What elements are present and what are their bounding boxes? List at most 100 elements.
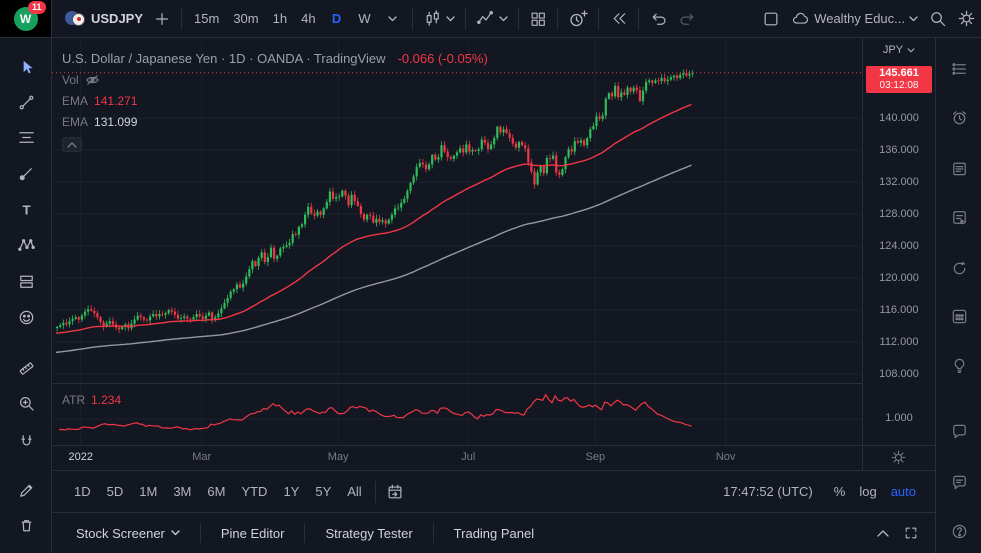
remove-drawings-button[interactable] [12,511,40,539]
pattern-tool-button[interactable] [12,231,40,259]
timeframe-4h[interactable]: 4h [294,5,322,33]
app-logo[interactable]: W 11 [0,0,52,38]
bar-countdown: 03:12:08 [866,80,932,91]
tab-strategy-tester[interactable]: Strategy Tester [317,522,420,545]
edit-drawings-button[interactable] [12,476,40,504]
auto-scale-toggle[interactable]: auto [884,481,923,502]
volume-label[interactable]: Vol [62,73,79,87]
legend-collapse-button[interactable] [62,137,82,152]
redo-button[interactable] [673,5,702,33]
price-tick-label: 116.000 [863,304,935,316]
price-tick-label: 124.000 [863,240,935,252]
toolbar-separator [638,8,639,30]
atr-axis-tick: 1.000 [863,412,935,424]
range-ytd[interactable]: YTD [233,481,275,502]
layout-button[interactable] [757,5,785,33]
chevron-down-icon [499,16,508,22]
timeframe-1h[interactable]: 1h [266,5,294,33]
economic-calendar-icon [950,307,969,326]
fib-tool-button[interactable] [12,123,40,151]
timeframe-1d[interactable]: D [323,5,351,33]
data-window-icon [950,208,969,227]
alerts-button[interactable] [945,103,973,131]
search-button[interactable] [923,5,952,33]
candlestick-style-icon [423,9,442,28]
text-tool-button[interactable]: T [12,195,40,223]
symbol-title[interactable]: U.S. Dollar / Japanese Yen · 1D · OANDA … [62,51,385,66]
brush-tool-button[interactable] [12,159,40,187]
tab-pine-editor[interactable]: Pine Editor [213,522,293,545]
range-1m[interactable]: 1M [131,481,165,502]
indicators-button[interactable] [471,5,513,33]
undo-arrow-icon [649,9,668,28]
timeframe-30m[interactable]: 30m [226,5,265,33]
news-button[interactable] [945,154,973,182]
replay-rewind-icon [609,9,628,28]
price-axis[interactable]: JPY 140.000136.000132.000128.000124.0001… [862,38,935,470]
zoom-tool-button[interactable] [12,389,40,417]
price-tick-label: 128.000 [863,208,935,220]
range-5y[interactable]: 5Y [307,481,339,502]
create-alert-button[interactable] [563,5,593,33]
range-5d[interactable]: 5D [99,481,132,502]
clock-utc[interactable]: 17:47:52 (UTC) [723,484,813,499]
percent-scale-toggle[interactable]: % [827,481,853,502]
range-all[interactable]: All [339,481,369,502]
undo-button[interactable] [644,5,673,33]
price-axis-currency[interactable]: JPY [863,44,935,56]
help-icon [950,522,969,541]
watchlist-icon [950,59,969,78]
trend-line-tool-button[interactable] [12,88,40,116]
fib-retracement-icon [17,128,36,147]
atr-plot[interactable] [52,384,862,445]
text-icon: T [17,200,36,219]
time-axis[interactable]: 2022MarMayJulSepNov [52,445,935,470]
timeframe-15m[interactable]: 15m [187,5,226,33]
indicator-templates-button[interactable] [524,5,552,33]
private-chat-button[interactable] [945,468,973,496]
alarm-clock-icon [950,108,969,127]
hotlists-button[interactable] [945,254,973,282]
cursor-tool-button[interactable] [12,53,40,81]
notification-badge: 11 [28,1,46,15]
symbol-search-button[interactable]: USDJPY [60,5,148,33]
tab-stock-screener[interactable]: Stock Screener [68,522,188,545]
watchlist-button[interactable] [945,54,973,82]
plus-icon [153,10,171,28]
emoji-tool-button[interactable] [12,303,40,331]
ideas-button[interactable] [945,351,973,379]
pine-editor-label: Pine Editor [221,526,285,541]
calendar-button[interactable] [945,302,973,330]
range-6m[interactable]: 6M [199,481,233,502]
log-scale-toggle[interactable]: log [852,481,883,502]
range-1y[interactable]: 1Y [275,481,307,502]
support-button[interactable] [945,517,973,545]
measure-tool-button[interactable] [12,354,40,382]
chart-style-button[interactable] [418,5,460,33]
timeframe-menu-button[interactable] [379,5,407,33]
settings-button[interactable] [952,5,981,33]
eye-off-icon[interactable] [85,74,100,86]
magnet-tool-button[interactable] [12,427,40,455]
range-1d[interactable]: 1D [66,481,99,502]
compare-add-button[interactable] [148,5,176,33]
bar-replay-button[interactable] [604,5,633,33]
tab-trading-panel[interactable]: Trading Panel [446,522,542,545]
position-tool-button[interactable] [12,267,40,295]
ema-fast-label[interactable]: EMA [62,94,88,108]
news-icon [950,159,969,178]
timeframe-1w[interactable]: W [351,5,379,33]
atr-value: 1.234 [91,393,121,407]
range-3m[interactable]: 3M [165,481,199,502]
ema-slow-label[interactable]: EMA [62,115,88,129]
search-icon [928,9,947,28]
atr-label[interactable]: ATR [62,393,85,407]
go-to-date-button[interactable] [381,478,409,506]
bottom-panels-bar: Stock Screener Pine Editor Strategy Test… [52,512,935,553]
public-chat-button[interactable] [945,417,973,445]
open-panel-button[interactable] [869,519,897,547]
data-window-button[interactable] [945,203,973,231]
cloud-account-button[interactable]: Wealthy Educ... [785,5,923,33]
maximize-panel-button[interactable] [897,519,925,547]
main-row: T [0,38,981,553]
